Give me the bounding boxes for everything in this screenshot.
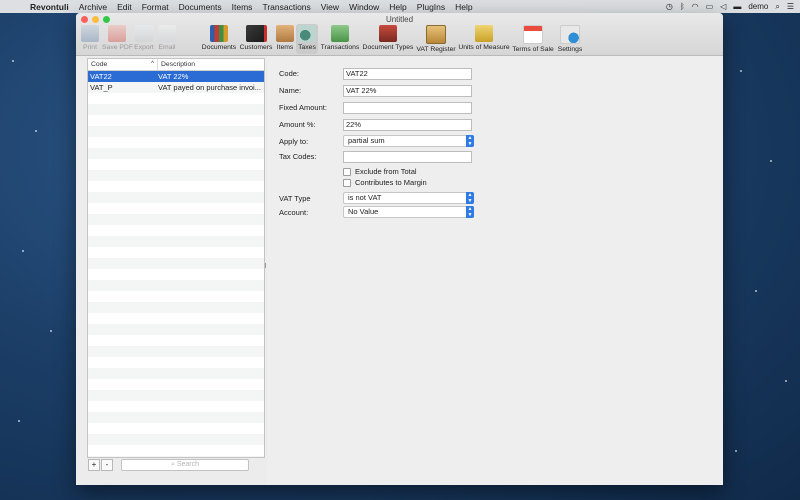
name-label: Name: (279, 86, 302, 95)
tax-list: Code ^ Description VAT22 VAT 22% VAT_P V… (87, 58, 265, 458)
user-name[interactable]: demo (748, 2, 768, 11)
toolbar-taxes-button[interactable]: Taxes (296, 24, 318, 54)
table-row[interactable]: VAT22 VAT 22% (88, 71, 264, 82)
select-stepper-icon: ▲ ▼ (466, 192, 474, 204)
menu-format[interactable]: Format (137, 2, 174, 12)
menu-items[interactable]: Items (227, 2, 258, 12)
battery-icon[interactable]: ▬ (733, 2, 741, 11)
apply-to-select[interactable]: partial sum ▲ ▼ (343, 135, 474, 147)
window-title: Untitled (385, 15, 414, 24)
binders-icon (210, 25, 228, 42)
menu-bar: Revontuli Archive Edit Format Documents … (0, 0, 800, 13)
toolbar-transactions-button[interactable]: Transactions (320, 24, 360, 54)
menu-documents[interactable]: Documents (174, 2, 227, 12)
scale-hand-icon (298, 25, 316, 42)
toolbar-export-button[interactable]: Export (133, 24, 155, 54)
list-header: Code ^ Description (88, 59, 264, 71)
apply-to-label: Apply to: (279, 137, 309, 146)
select-stepper-icon: ▲ ▼ (466, 135, 474, 147)
code-field[interactable]: VAT22 (343, 68, 472, 80)
menu-plugins[interactable]: PlugIns (412, 2, 450, 12)
account-select[interactable]: No Value ▲ ▼ (343, 206, 474, 218)
menu-help[interactable]: Help (384, 2, 411, 12)
vat-type-label: VAT Type (279, 194, 311, 203)
spotlight-icon[interactable]: ⌕ (775, 2, 779, 12)
tax-codes-field[interactable] (343, 151, 472, 163)
account-label: Account: (279, 208, 309, 217)
select-stepper-icon: ▲ ▼ (466, 206, 474, 218)
list-rows: VAT22 VAT 22% VAT_P VAT payed on purchas… (88, 71, 264, 457)
vat-type-select[interactable]: is not VAT ▲ ▼ (343, 192, 474, 204)
toolbar-email-button[interactable]: Email (156, 24, 178, 54)
stamp-icon (379, 25, 397, 42)
fixed-amount-field[interactable] (343, 102, 472, 114)
remove-button[interactable]: - (101, 459, 113, 471)
menu-transactions[interactable]: Transactions (257, 2, 315, 12)
menu-view[interactable]: View (316, 2, 344, 12)
time-machine-icon[interactable]: ◷ (666, 2, 673, 11)
toolbar-units-of-measure-button[interactable]: Units of Measure (458, 24, 510, 54)
search-input[interactable]: ⌕ Search (121, 459, 249, 471)
menu-help-2[interactable]: Help (450, 2, 477, 12)
sort-caret-icon: ^ (151, 61, 154, 67)
tax-detail-form: Code: VAT22 Name: VAT 22% Fixed Amount: … (267, 56, 723, 485)
printer-icon (81, 25, 99, 42)
airplay-icon[interactable]: ▭ (706, 2, 714, 11)
pdf-icon (108, 25, 126, 42)
toolbar-settings-button[interactable]: Settings (556, 24, 584, 54)
toolbar-document-types-button[interactable]: Document Types (362, 24, 414, 54)
add-button[interactable]: + (88, 459, 100, 471)
contributes-to-margin-checkbox[interactable]: Contributes to Margin (343, 178, 427, 187)
clipboard-icon (426, 25, 446, 44)
toolbar-customers-button[interactable]: Customers (239, 24, 273, 54)
app-window: Untitled Print Save PDF Export Email Doc… (76, 13, 723, 485)
boxes-icon (276, 25, 294, 42)
column-header-code[interactable]: Code ^ (88, 59, 158, 70)
bluetooth-icon[interactable]: ᛒ (680, 2, 685, 11)
table-row[interactable]: VAT_P VAT payed on purchase invoi... (88, 82, 264, 93)
list-bottom-bar: + - ⌕ Search (87, 459, 265, 471)
menu-app[interactable]: Revontuli (24, 2, 74, 12)
toolbar-print-button[interactable]: Print (80, 24, 100, 54)
amount-percent-field[interactable]: 22% (343, 119, 472, 131)
menu-window[interactable]: Window (344, 2, 384, 12)
wifi-icon[interactable]: ◠ (692, 2, 699, 11)
title-bar: Untitled Print Save PDF Export Email Doc… (76, 13, 723, 56)
column-header-description[interactable]: Description (158, 59, 195, 70)
calendar-icon (523, 25, 543, 44)
cell-code: VAT_P (90, 83, 113, 92)
menu-archive[interactable]: Archive (74, 2, 112, 12)
menu-edit[interactable]: Edit (112, 2, 137, 12)
gear-badge-icon (560, 25, 580, 44)
export-icon (135, 25, 153, 42)
notification-center-icon[interactable]: ☰ (787, 2, 794, 11)
status-area: ◷ ᛒ ◠ ▭ ◁ ▬ demo ⌕ ☰ (666, 0, 794, 13)
exclude-from-total-checkbox[interactable]: Exclude from Total (343, 167, 417, 176)
checkbox-box (343, 178, 351, 187)
fixed-amount-label: Fixed Amount: (279, 103, 327, 112)
checkbox-box (343, 167, 351, 176)
cell-description: VAT payed on purchase invoi... (158, 83, 261, 92)
amount-percent-label: Amount %: (279, 120, 316, 129)
toolbar-documents-button[interactable]: Documents (201, 24, 237, 54)
address-book-icon (245, 25, 267, 42)
paper-plane-icon (158, 25, 176, 42)
tax-codes-label: Tax Codes: (279, 152, 317, 161)
balance-icon (475, 25, 493, 42)
money-icon (331, 25, 349, 42)
search-icon: ⌕ (170, 461, 175, 468)
code-label: Code: (279, 69, 300, 78)
name-field[interactable]: VAT 22% (343, 85, 472, 97)
cell-code: VAT22 (90, 72, 112, 81)
toolbar-save-pdf-button[interactable]: Save PDF (102, 24, 133, 54)
cell-description: VAT 22% (158, 72, 189, 81)
toolbar-terms-of-sale-button[interactable]: Terms of Sale (512, 24, 554, 54)
volume-icon[interactable]: ◁ (720, 2, 726, 11)
toolbar-items-button[interactable]: Items (275, 24, 295, 54)
toolbar-vat-register-button[interactable]: VAT Register (416, 24, 456, 54)
